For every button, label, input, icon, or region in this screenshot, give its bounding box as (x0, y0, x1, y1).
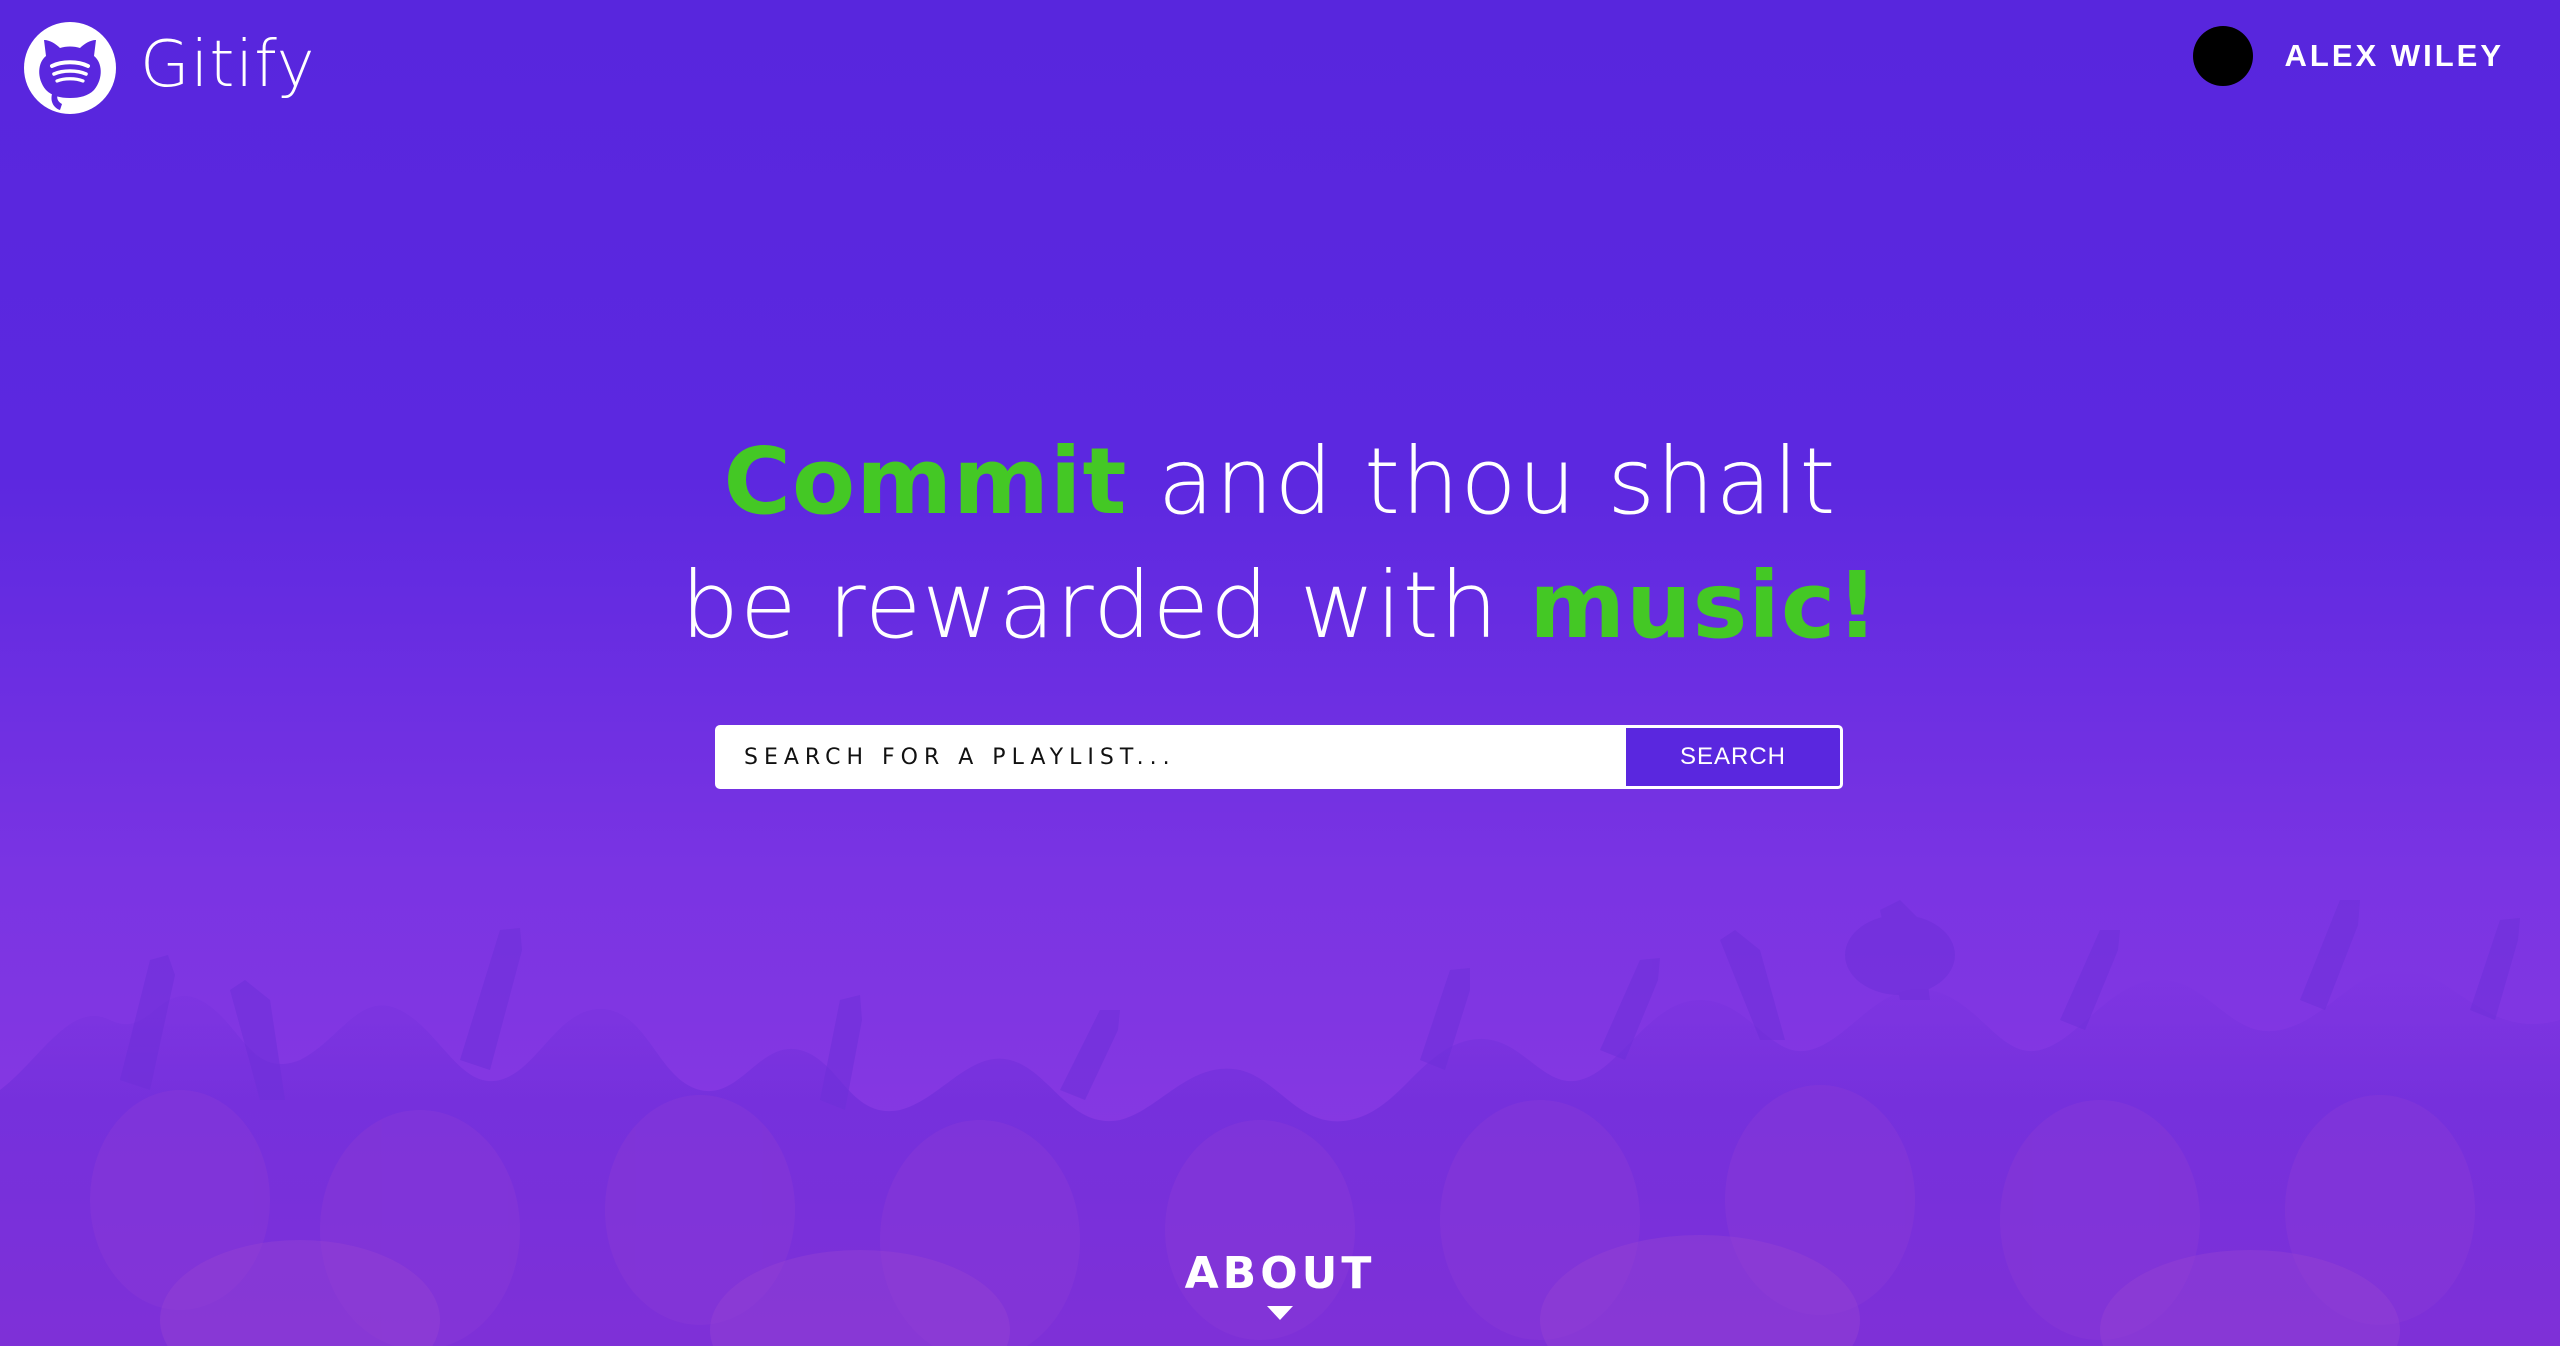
user-name[interactable]: ALEX WILEY (2285, 38, 2504, 74)
concert-crowd-background (0, 900, 2560, 1346)
hero-line-2-text: be rewarded with (680, 552, 1530, 659)
hero-accent-commit: Commit (723, 428, 1128, 535)
user-menu[interactable]: ALEX WILEY (2192, 26, 2504, 86)
hero-line-1-text: and thou shalt (1127, 428, 1837, 535)
hero-line-1: Commit and thou shalt (0, 420, 2560, 544)
hero-headline: Commit and thou shalt be rewarded with m… (0, 420, 2560, 668)
playlist-search-form: SEARCH (715, 725, 1843, 789)
about-link[interactable]: ABOUT (0, 1252, 2560, 1320)
hero-accent-music: music! (1529, 552, 1880, 659)
app-name: Gitify (140, 28, 316, 102)
search-button[interactable]: SEARCH (1626, 728, 1840, 786)
app-logo[interactable]: Gitify (22, 20, 316, 116)
github-spotify-octocat-icon (24, 22, 116, 114)
hero-line-2: be rewarded with music! (0, 544, 2560, 668)
landing-page: Gitify ALEX WILEY Commit and thou shalt … (0, 0, 2560, 1346)
caret-down-icon[interactable] (1267, 1306, 1293, 1320)
search-input[interactable] (718, 728, 1626, 786)
avatar[interactable] (2192, 26, 2253, 86)
about-label[interactable]: ABOUT (0, 1252, 2560, 1296)
